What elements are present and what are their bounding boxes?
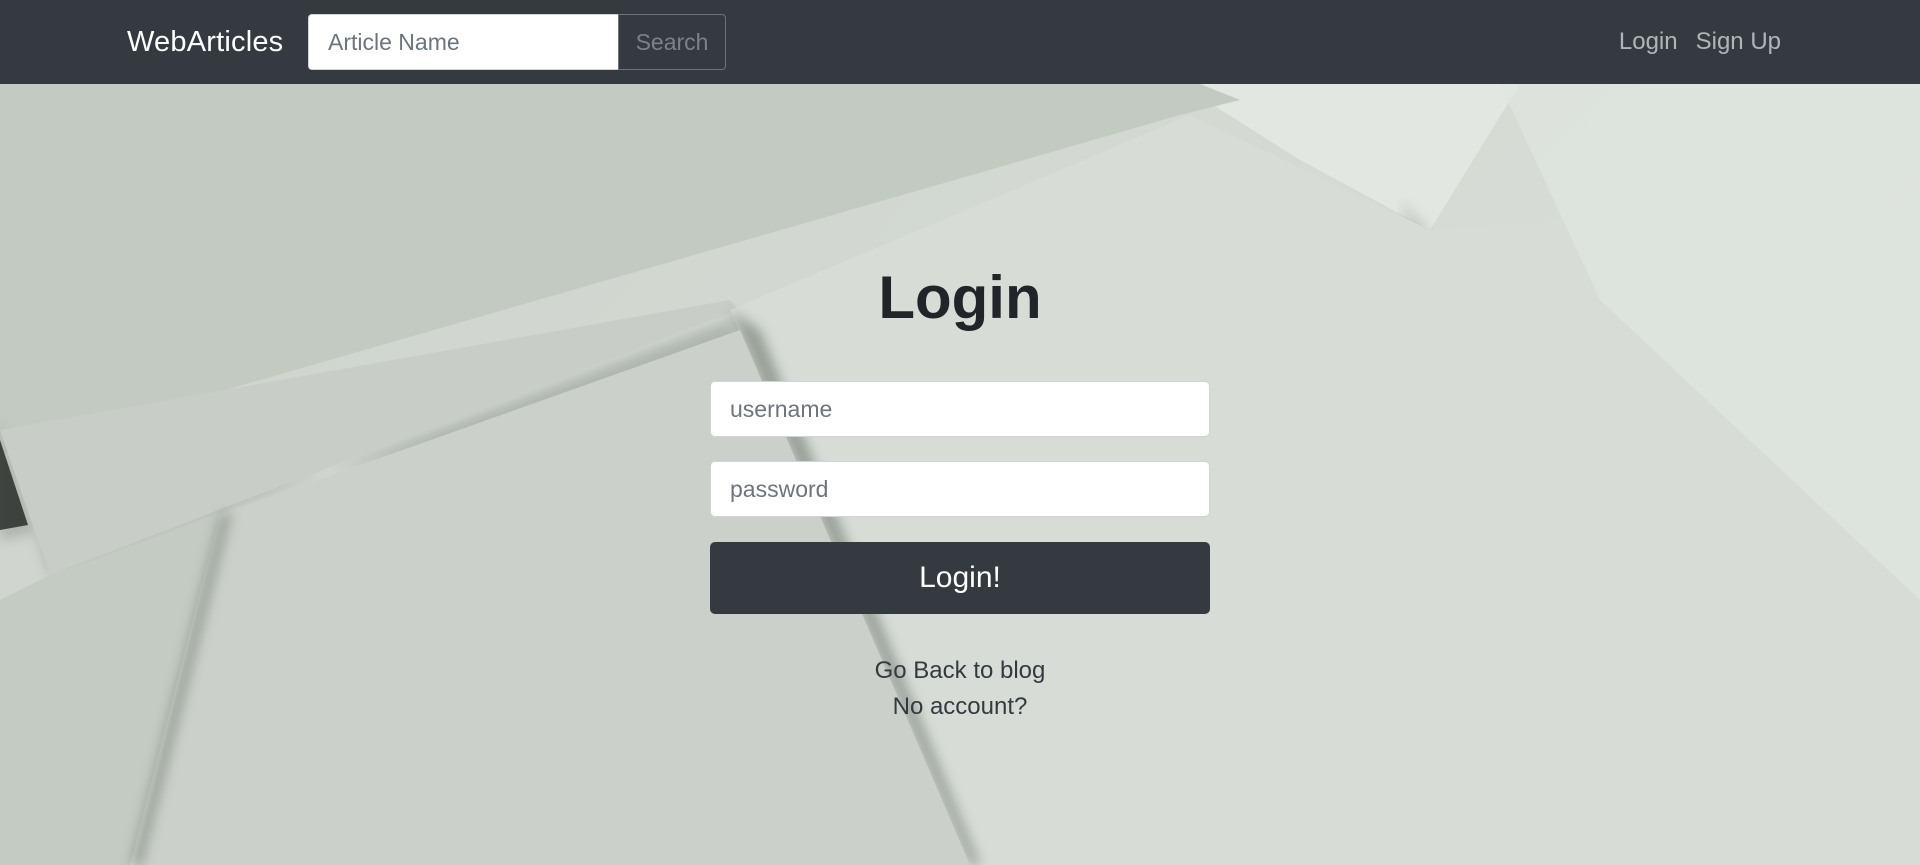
no-account-link[interactable]: No account? xyxy=(0,690,1920,724)
brand-logo-link[interactable]: WebArticles xyxy=(127,22,283,62)
nav-links: Login Sign Up xyxy=(1619,22,1781,62)
username-field[interactable] xyxy=(710,381,1210,437)
search-form: Search xyxy=(308,14,726,70)
password-field[interactable] xyxy=(710,461,1210,517)
nav-signup-link[interactable]: Sign Up xyxy=(1696,22,1781,62)
login-submit-button[interactable]: Login! xyxy=(710,542,1210,614)
search-button[interactable]: Search xyxy=(618,14,726,70)
navbar: WebArticles Search Login Sign Up xyxy=(0,0,1920,84)
back-to-blog-link[interactable]: Go Back to blog xyxy=(0,654,1920,688)
search-input[interactable] xyxy=(308,14,618,70)
nav-login-link[interactable]: Login xyxy=(1619,22,1678,62)
page-title: Login xyxy=(878,264,1042,331)
